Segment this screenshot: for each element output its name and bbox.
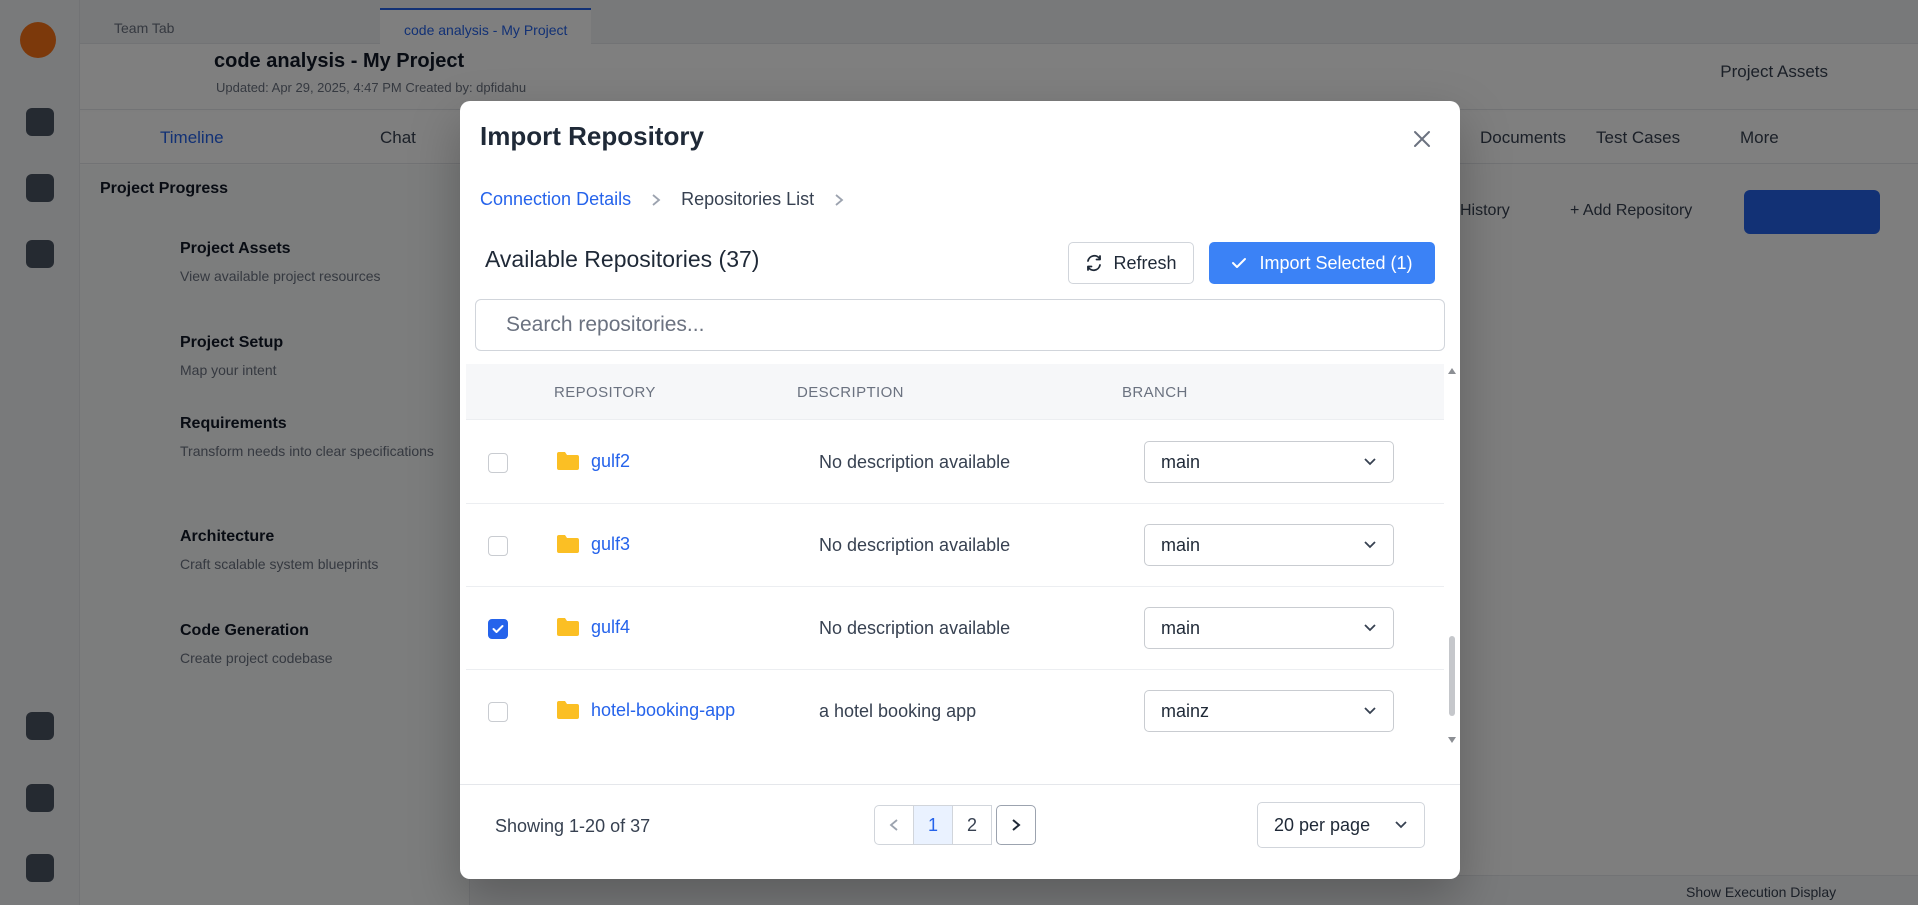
branch-value: main <box>1161 534 1201 555</box>
next-page-button[interactable] <box>996 805 1036 845</box>
modal-title: Import Repository <box>480 121 704 151</box>
chevron-down-icon <box>1364 541 1376 549</box>
showing-count: Showing 1-20 of 37 <box>495 816 651 836</box>
table-row[interactable]: gulf4 No description available main <box>466 587 1444 670</box>
per-page-select[interactable]: 20 per page <box>1257 802 1425 848</box>
repo-description: a hotel booking app <box>819 701 977 721</box>
scroll-thumb[interactable] <box>1449 636 1455 716</box>
column-repository: REPOSITORY <box>554 384 656 401</box>
table-row[interactable]: hotel-booking-app a hotel booking app ma… <box>466 670 1444 747</box>
column-description: DESCRIPTION <box>797 384 904 401</box>
table-scrollbar[interactable] <box>1446 364 1458 747</box>
repo-description: No description available <box>819 535 1011 555</box>
folder-icon <box>557 535 579 553</box>
scroll-down-arrow[interactable] <box>1448 737 1456 743</box>
check-icon <box>492 625 504 633</box>
repo-description: No description available <box>819 452 1011 472</box>
check-icon <box>1232 258 1247 268</box>
branch-select[interactable]: main <box>1144 441 1394 483</box>
folder-icon <box>557 618 579 636</box>
per-page-value: 20 per page <box>1274 814 1371 835</box>
search-input[interactable] <box>475 299 1445 351</box>
column-branch: BRANCH <box>1122 384 1188 401</box>
import-selected-button[interactable]: Import Selected (1) <box>1209 242 1435 284</box>
breadcrumb-repositories-list: Repositories List <box>681 189 815 209</box>
page-1-button[interactable]: 1 <box>913 805 953 845</box>
chevron-right-icon <box>1012 819 1021 831</box>
repo-description: No description available <box>819 618 1011 638</box>
chevron-right-icon <box>834 193 844 207</box>
footer-divider <box>460 784 1460 785</box>
repo-name[interactable]: hotel-booking-app <box>591 700 735 721</box>
branch-value: main <box>1161 451 1201 472</box>
chevron-down-icon <box>1364 458 1376 466</box>
table-header: REPOSITORY DESCRIPTION BRANCH <box>466 364 1444 420</box>
chevron-down-icon <box>1364 624 1376 632</box>
close-icon <box>1414 131 1430 147</box>
prev-page-button[interactable] <box>874 805 914 845</box>
branch-select[interactable]: mainz <box>1144 690 1394 732</box>
chevron-right-icon <box>651 193 661 207</box>
branch-value: mainz <box>1161 700 1210 721</box>
folder-icon <box>557 452 579 470</box>
row-checkbox[interactable] <box>488 619 508 639</box>
scroll-up-arrow[interactable] <box>1448 368 1456 374</box>
branch-select[interactable]: main <box>1144 524 1394 566</box>
repo-name[interactable]: gulf2 <box>591 451 630 472</box>
folder-icon <box>557 701 579 719</box>
row-checkbox[interactable] <box>488 453 508 473</box>
import-selected-label: Import Selected (1) <box>1259 252 1413 273</box>
available-repositories-title: Available Repositories (37) <box>485 246 760 272</box>
import-repository-modal: Import Repository Connection Details Rep… <box>460 101 1460 879</box>
repo-name[interactable]: gulf4 <box>591 617 630 638</box>
row-checkbox[interactable] <box>488 536 508 556</box>
repositories-table: REPOSITORY DESCRIPTION BRANCH gulf2 No d… <box>466 364 1444 747</box>
repo-name[interactable]: gulf3 <box>591 534 630 555</box>
chevron-left-icon <box>889 819 898 831</box>
branch-select[interactable]: main <box>1144 607 1394 649</box>
row-checkbox[interactable] <box>488 702 508 722</box>
refresh-button[interactable]: Refresh <box>1068 242 1194 284</box>
close-button[interactable] <box>1408 125 1436 153</box>
pagination: 1 2 <box>874 805 1036 845</box>
table-row[interactable]: gulf3 No description available main <box>466 504 1444 587</box>
page-2-button[interactable]: 2 <box>952 805 992 845</box>
refresh-icon <box>1087 254 1102 272</box>
breadcrumb-connection-details[interactable]: Connection Details <box>480 189 631 210</box>
refresh-label: Refresh <box>1113 252 1177 273</box>
chevron-down-icon <box>1364 707 1376 715</box>
branch-value: main <box>1161 617 1201 638</box>
breadcrumb: Connection Details Repositories List <box>480 189 864 210</box>
table-row[interactable]: gulf2 No description available main <box>466 421 1444 504</box>
chevron-down-icon <box>1395 821 1407 829</box>
